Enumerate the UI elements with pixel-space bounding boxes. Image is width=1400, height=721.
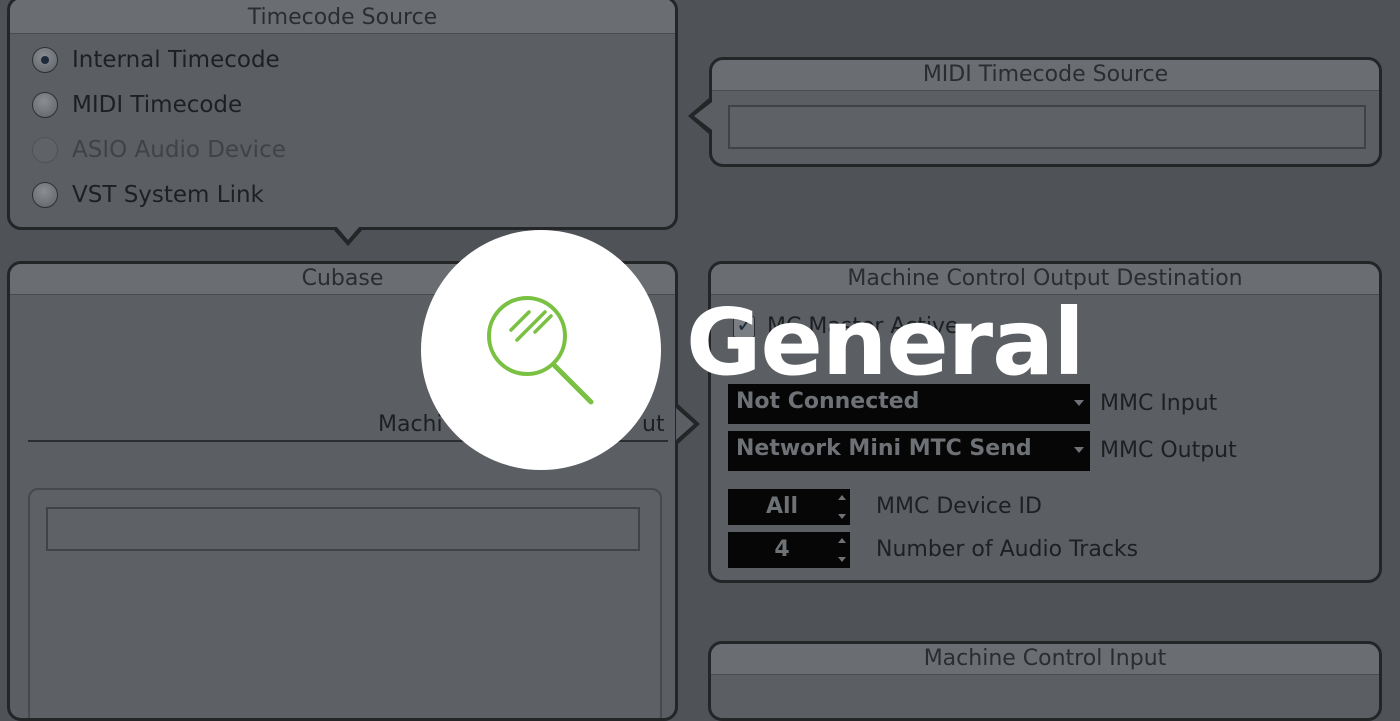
midi-timecode-source-title: MIDI Timecode Source bbox=[712, 60, 1379, 91]
mmc-output-label: MMC Output bbox=[1100, 438, 1237, 463]
overlay-title: General bbox=[686, 289, 1085, 396]
radio-asio-audio-device: ASIO Audio Device bbox=[32, 135, 286, 165]
connector-arrow-fill bbox=[336, 226, 360, 240]
radio-internal-timecode[interactable]: Internal Timecode bbox=[32, 45, 280, 75]
audio-tracks-label: Number of Audio Tracks bbox=[876, 537, 1139, 562]
spin-arrows-icon[interactable] bbox=[838, 493, 848, 521]
mmc-device-id-label: MMC Device ID bbox=[876, 494, 1042, 519]
mmc-device-id-value: All bbox=[765, 494, 799, 519]
audio-tracks-value: 4 bbox=[774, 537, 790, 562]
connector-arrow-fill bbox=[676, 408, 694, 440]
overlay-badge bbox=[421, 230, 661, 470]
mmc-device-id-stepper[interactable]: All bbox=[728, 489, 850, 525]
chevron-down-icon bbox=[1074, 400, 1084, 406]
mmc-output-value: Network Mini MTC Send bbox=[736, 436, 1032, 461]
radio-button-icon[interactable] bbox=[32, 92, 58, 118]
radio-label: ASIO Audio Device bbox=[72, 137, 286, 163]
spin-arrows-icon[interactable] bbox=[838, 536, 848, 564]
radio-midi-timecode[interactable]: MIDI Timecode bbox=[32, 90, 242, 120]
timecode-source-title: Timecode Source bbox=[10, 0, 675, 34]
radio-label: VST System Link bbox=[72, 182, 264, 208]
cubase-inner-field[interactable] bbox=[46, 507, 640, 551]
midi-timecode-source-panel: MIDI Timecode Source bbox=[709, 57, 1382, 167]
radio-vst-system-link[interactable]: VST System Link bbox=[32, 180, 264, 210]
radio-button-icon bbox=[32, 137, 58, 163]
magnifier-icon bbox=[487, 296, 594, 405]
connector-arrow-fill bbox=[694, 102, 712, 130]
audio-tracks-stepper[interactable]: 4 bbox=[728, 532, 850, 568]
chevron-down-icon bbox=[1074, 447, 1084, 453]
machine-control-input-title: Machine Control Input bbox=[711, 644, 1379, 675]
mmc-input-label: MMC Input bbox=[1100, 391, 1218, 416]
mmc-output-select[interactable]: Network Mini MTC Send bbox=[728, 431, 1090, 471]
radio-button-icon[interactable] bbox=[32, 47, 58, 73]
radio-label: Internal Timecode bbox=[72, 47, 280, 73]
machine-control-input-panel: Machine Control Input bbox=[708, 641, 1382, 721]
radio-button-icon[interactable] bbox=[32, 182, 58, 208]
radio-label: MIDI Timecode bbox=[72, 92, 243, 118]
midi-timecode-source-field[interactable] bbox=[728, 105, 1366, 149]
timecode-source-panel: Timecode Source Internal Timecode MIDI T… bbox=[7, 0, 678, 230]
